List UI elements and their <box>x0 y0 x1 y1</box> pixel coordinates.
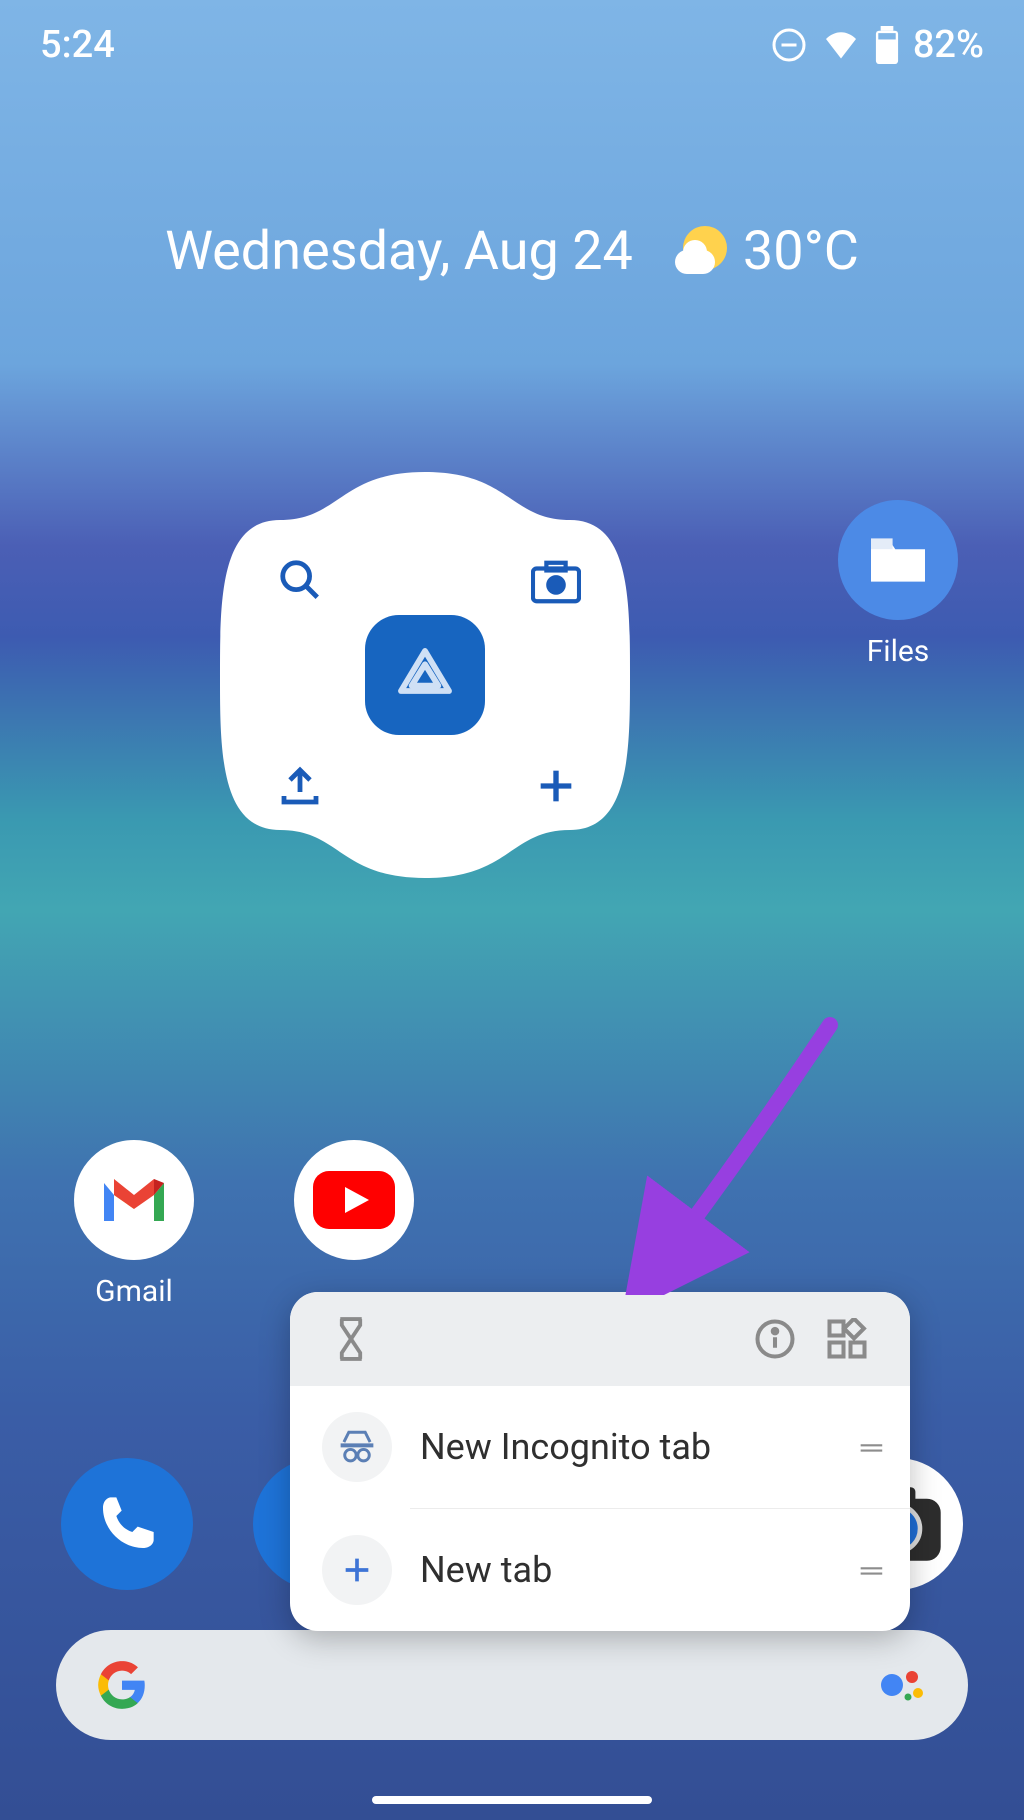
date-text: Wednesday, Aug 24 <box>165 220 633 283</box>
drive-icon[interactable] <box>365 615 485 735</box>
info-icon[interactable] <box>754 1318 796 1360</box>
hourglass-icon[interactable] <box>332 1316 370 1362</box>
wifi-icon <box>821 27 861 63</box>
chrome-shortcut-popup: New Incognito tab ═ New tab ═ <box>290 1292 910 1631</box>
google-search-bar[interactable] <box>56 1630 968 1740</box>
shortcut-newtab[interactable]: New tab ═ <box>290 1509 910 1631</box>
gmail-app[interactable]: Gmail <box>64 1140 204 1309</box>
status-bar: 5:24 82% <box>0 0 1024 90</box>
phone-app[interactable] <box>61 1458 193 1590</box>
shortcut-label: New Incognito tab <box>420 1426 833 1468</box>
plus-icon[interactable] <box>528 758 584 814</box>
gesture-nav-pill[interactable] <box>372 1796 652 1804</box>
folder-icon <box>865 533 931 587</box>
weather-icon <box>675 224 731 280</box>
files-app[interactable]: Files <box>828 500 968 669</box>
shortcut-incognito[interactable]: New Incognito tab ═ <box>290 1386 910 1508</box>
google-g-icon <box>96 1659 148 1711</box>
incognito-icon <box>337 1429 377 1465</box>
dnd-icon <box>771 27 807 63</box>
gmail-label: Gmail <box>64 1274 204 1309</box>
youtube-icon <box>313 1171 395 1229</box>
drag-handle-icon[interactable]: ═ <box>861 1430 878 1465</box>
weather-block[interactable]: 30°C <box>675 220 859 283</box>
youtube-app[interactable] <box>284 1140 424 1274</box>
drag-handle-icon[interactable]: ═ <box>861 1553 878 1588</box>
upload-icon[interactable] <box>272 758 328 814</box>
gmail-icon <box>98 1173 170 1227</box>
temperature-text: 30°C <box>743 220 859 283</box>
files-label: Files <box>828 634 968 669</box>
search-icon[interactable] <box>272 552 328 608</box>
battery-icon <box>875 26 899 64</box>
plus-icon <box>340 1553 374 1587</box>
assistant-icon[interactable] <box>878 1663 928 1707</box>
camera-icon[interactable] <box>528 554 584 610</box>
at-a-glance-widget[interactable]: Wednesday, Aug 24 30°C <box>0 220 1024 283</box>
status-right: 82% <box>771 23 984 67</box>
drive-widget[interactable] <box>210 460 640 890</box>
shortcut-label: New tab <box>420 1549 833 1591</box>
phone-icon <box>95 1492 159 1556</box>
popup-header <box>290 1292 910 1386</box>
battery-percent: 82% <box>913 23 984 67</box>
status-time: 5:24 <box>40 23 115 67</box>
widgets-icon[interactable] <box>826 1318 868 1360</box>
annotation-arrow <box>600 1015 860 1295</box>
